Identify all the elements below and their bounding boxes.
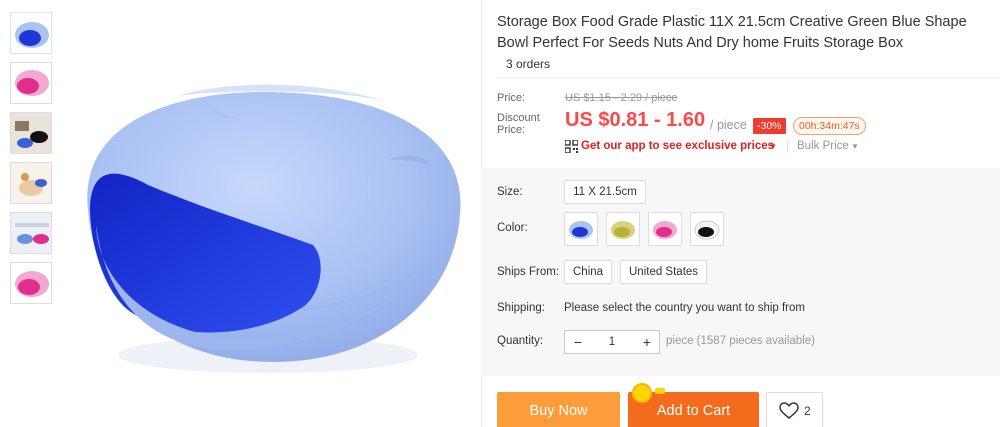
thumbnail-blue-bowl[interactable] [10,12,52,54]
color-swatch-black[interactable] [690,212,724,246]
quantity-increment-button[interactable]: + [636,331,658,353]
quantity-availability: piece (1587 pieces available) [666,335,815,347]
ships-from-label: Ships From: [497,266,559,278]
thumbnail-table-photo[interactable] [10,212,52,254]
orders-count: 3 orders [506,57,551,71]
divider [787,141,788,153]
quantity-input[interactable]: 1 [595,331,629,353]
quantity-stepper: − 1 + [564,330,660,354]
thumbnail-pink-bowl[interactable] [10,62,52,104]
color-swatch-blue[interactable] [564,212,598,246]
size-option[interactable]: 11 X 21.5cm [564,180,646,204]
buy-now-button[interactable]: Buy Now [497,392,620,427]
orders-row: 3 orders [497,52,997,78]
quantity-decrement-button[interactable]: − [567,331,589,353]
ships-from-china[interactable]: China [564,260,613,284]
ships-from-united-states[interactable]: United States [620,260,708,284]
sku-options-panel: Size: 11 X 21.5cm Color: Ships From: Chi… [481,168,1000,376]
size-label: Size: [497,186,523,198]
price-label: Price: [497,92,526,104]
wishlist-count: 2 [804,404,811,418]
original-price: US $1.15 - 2.29 / piece [565,92,678,104]
qr-code-icon [565,140,578,153]
app-promo-link[interactable]: Get our app to see exclusive prices [581,140,774,152]
shipping-message: Please select the country you want to sh… [564,302,805,314]
main-product-image[interactable] [58,10,478,420]
thumbnail-lifestyle-photo[interactable] [10,112,52,154]
bulk-price-link[interactable]: Bulk Price [797,140,849,152]
coin-icon [632,383,652,403]
color-swatch-olive[interactable] [606,212,640,246]
per-unit-label: / piece [710,118,747,132]
countdown-timer: 00h:34m:47s [793,117,866,135]
color-swatch-pink[interactable] [648,212,682,246]
product-title: Storage Box Food Grade Plastic 11X 21.5c… [497,14,967,51]
quantity-label: Quantity: [497,335,544,347]
wishlist-button[interactable]: 2 [766,392,823,427]
chevron-down-icon[interactable]: ▼ [769,142,777,151]
discount-price-label: Discount Price: [497,112,540,136]
discount-price: US $0.81 - 1.60 [565,109,706,131]
color-label: Color: [497,222,528,234]
chevron-down-icon[interactable]: ▼ [851,142,859,151]
app-promo-row: Get our app to see exclusive prices ▼ Bu… [565,139,985,155]
shipping-label: Shipping: [497,302,545,314]
discount-badge: -30% [753,118,786,134]
thumbnail-pink-bowl-2[interactable] [10,262,52,304]
heart-icon [779,402,799,419]
coin-tag-icon [655,388,665,394]
thumbnail-list [10,12,54,312]
thumbnail-hand-photo[interactable] [10,162,52,204]
